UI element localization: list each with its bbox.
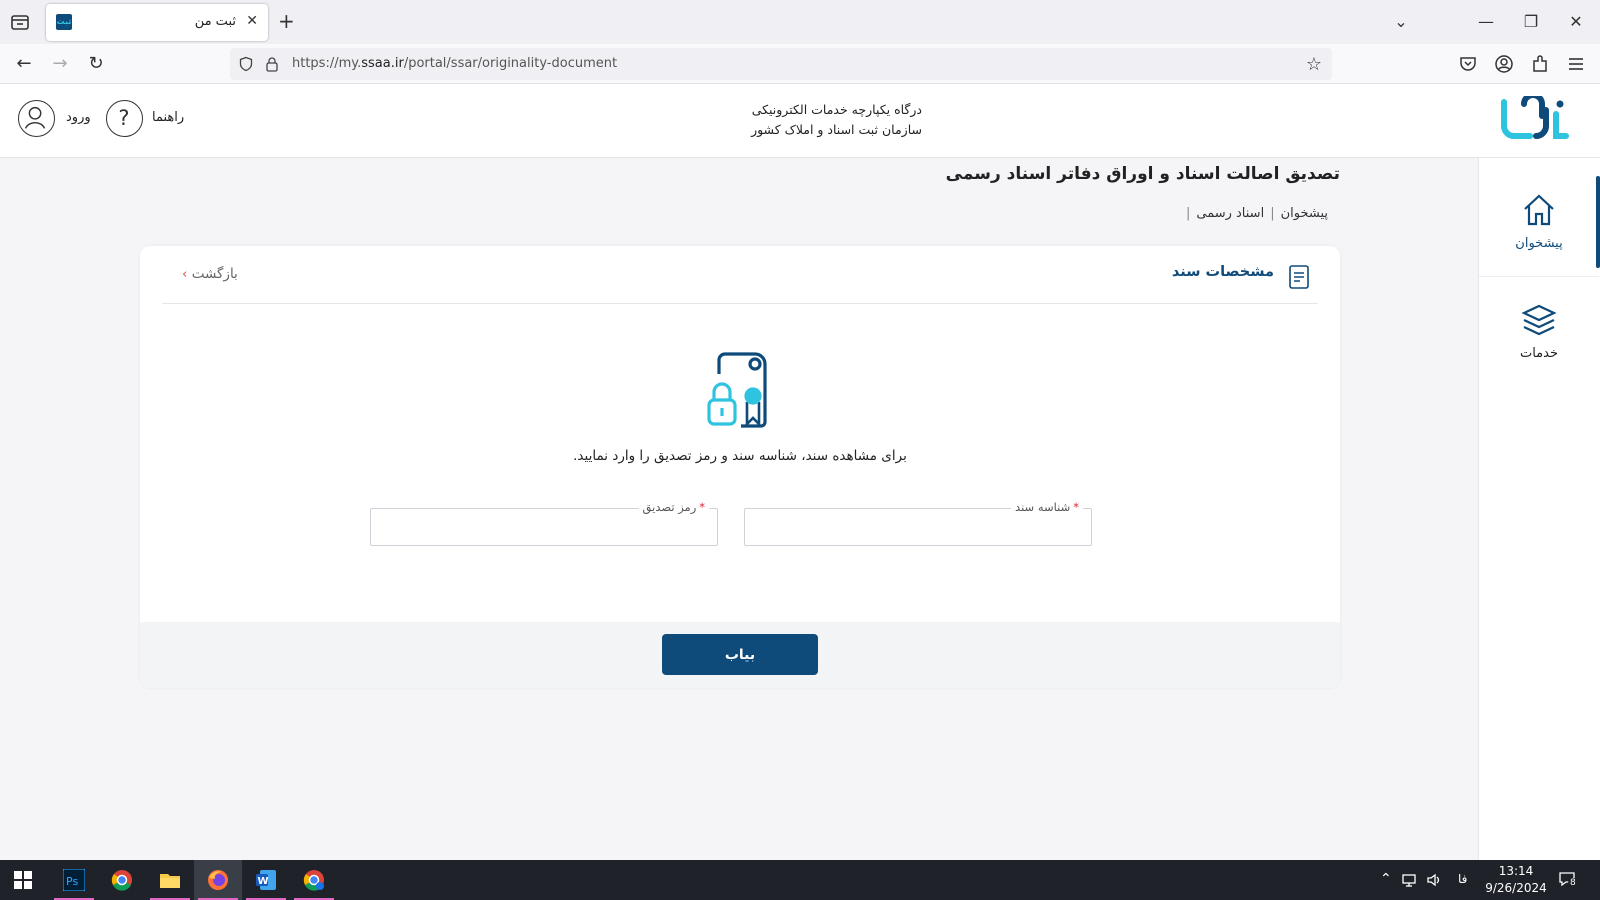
svg-text:Ps: Ps bbox=[66, 875, 78, 888]
doc-id-input[interactable] bbox=[745, 509, 1091, 545]
taskbar-app-firefox[interactable] bbox=[194, 860, 242, 900]
taskbar-app-word[interactable]: W bbox=[242, 860, 290, 900]
chevron-right-icon: › bbox=[182, 266, 192, 282]
header-line-1: درگاه یکپارچه خدمات الکترونیکی bbox=[751, 102, 922, 117]
taskbar-app-photoshop[interactable]: Ps bbox=[50, 860, 98, 900]
forward-arrow-icon[interactable]: → bbox=[48, 52, 72, 76]
tab-list-icon[interactable] bbox=[8, 10, 32, 34]
site-header: درگاه یکپارچه خدمات الکترونیکی سازمان ثب… bbox=[0, 84, 1600, 158]
back-link-label: بازگشت bbox=[191, 266, 238, 282]
layers-icon bbox=[1521, 304, 1557, 336]
taskbar-app-chrome[interactable] bbox=[98, 860, 146, 900]
back-arrow-icon[interactable]: ← bbox=[12, 52, 36, 76]
page-title: تصدیق اصالت اسناد و اوراق دفاتر اسناد رس… bbox=[945, 164, 1340, 184]
chrome-profile-icon bbox=[303, 870, 324, 891]
reload-icon[interactable]: ↻ bbox=[84, 52, 108, 76]
network-icon[interactable] bbox=[1402, 872, 1418, 888]
sidebar-item-label: خدمات bbox=[1519, 346, 1559, 361]
shield-icon[interactable] bbox=[238, 56, 254, 72]
bookmark-star-icon[interactable]: ☆ bbox=[1306, 54, 1322, 75]
home-icon bbox=[1524, 194, 1554, 226]
notification-center-icon[interactable]: 8 bbox=[1558, 870, 1578, 891]
address-bar[interactable]: https://my.ssaa.ir/portal/ssar/originali… bbox=[230, 48, 1332, 80]
word-icon: W bbox=[256, 870, 276, 890]
taskbar-clock[interactable]: 13:14 9/26/2024 bbox=[1484, 863, 1548, 897]
windows-taskbar: Ps W ⌃ فا 13:14 9/26/2024 8 bbox=[0, 860, 1600, 900]
taskbar-app-chrome-profile[interactable] bbox=[290, 860, 338, 900]
back-link[interactable]: بازگشت › bbox=[180, 266, 238, 282]
header-org-text: درگاه یکپارچه خدمات الکترونیکی سازمان ثب… bbox=[700, 100, 922, 140]
verify-code-label: *رمز تصدیق bbox=[638, 500, 709, 514]
extensions-icon[interactable] bbox=[1530, 54, 1550, 74]
url-prefix: https://my. bbox=[292, 56, 362, 71]
breadcrumb-separator: | bbox=[1185, 206, 1191, 221]
tab-title: ثبت من bbox=[194, 14, 236, 29]
sidebar-item-label: پیشخوان bbox=[1515, 236, 1563, 251]
browser-tab[interactable]: ثبت ثبت من ✕ bbox=[46, 4, 268, 41]
doc-id-field[interactable]: *شناسه سند bbox=[744, 500, 1092, 546]
sidebar-divider bbox=[1479, 276, 1599, 277]
doc-id-label-text: شناسه سند bbox=[1015, 500, 1071, 514]
svg-text:W: W bbox=[258, 876, 269, 887]
notification-count: 8 bbox=[1568, 878, 1578, 888]
taskbar-app-explorer[interactable] bbox=[146, 860, 194, 900]
url-domain: ssaa.ir bbox=[361, 56, 404, 71]
close-window-icon[interactable]: ✕ bbox=[1566, 12, 1586, 32]
doc-id-label: *شناسه سند bbox=[1011, 500, 1083, 514]
firefox-icon bbox=[208, 870, 228, 890]
card-footer: بیاب bbox=[140, 622, 1340, 688]
volume-icon[interactable] bbox=[1426, 872, 1442, 888]
sidebar-item-dashboard[interactable]: پیشخوان bbox=[1479, 192, 1599, 251]
clock-date: 9/26/2024 bbox=[1485, 881, 1547, 895]
card-divider bbox=[162, 303, 1318, 304]
instruction-text: برای مشاهده سند، شناسه سند و رمز تصدیق ر… bbox=[573, 448, 907, 464]
login-link[interactable]: ورود bbox=[66, 110, 91, 125]
new-tab-icon[interactable]: + bbox=[278, 9, 295, 33]
browser-nav-bar: ← → ↻ https://my.ssaa.ir/portal/ssar/ori… bbox=[0, 44, 1600, 84]
breadcrumb: پیشخوان | اسناد رسمی | bbox=[1180, 206, 1328, 221]
sabt-man-logo[interactable] bbox=[1500, 96, 1570, 144]
tray-chevron-up-icon[interactable]: ⌃ bbox=[1380, 871, 1392, 887]
verify-code-input[interactable] bbox=[371, 509, 717, 545]
restore-icon[interactable]: ❐ bbox=[1521, 12, 1541, 32]
tab-close-icon[interactable]: ✕ bbox=[246, 13, 258, 29]
input-language[interactable]: فا bbox=[1458, 872, 1467, 886]
account-icon[interactable] bbox=[1494, 54, 1514, 74]
menu-icon[interactable] bbox=[1566, 54, 1586, 74]
locked-document-icon bbox=[707, 352, 767, 428]
breadcrumb-item-dashboard[interactable]: پیشخوان bbox=[1281, 206, 1328, 221]
clock-time: 13:14 bbox=[1498, 864, 1534, 878]
required-asterisk: * bbox=[699, 500, 705, 514]
site-favicon-icon: ثبت bbox=[56, 14, 72, 30]
required-asterisk: * bbox=[1073, 500, 1079, 514]
sidebar-item-services[interactable]: خدمات bbox=[1479, 302, 1599, 361]
right-sidebar: پیشخوان خدمات bbox=[1478, 158, 1600, 860]
tab-overflow-chevron-icon[interactable]: ⌄ bbox=[1391, 12, 1411, 32]
folder-icon bbox=[160, 874, 180, 888]
url-path: /portal/ssar/originality-document bbox=[403, 56, 618, 71]
help-question-icon[interactable]: ? bbox=[106, 100, 143, 137]
pocket-icon[interactable] bbox=[1458, 54, 1478, 74]
document-card: مشخصات سند بازگشت › برای مشاهده سند، شنا… bbox=[140, 246, 1340, 688]
verify-code-label-text: رمز تصدیق bbox=[642, 500, 697, 514]
breadcrumb-item-official-docs[interactable]: اسناد رسمی bbox=[1196, 206, 1264, 221]
user-avatar-icon[interactable] bbox=[18, 100, 55, 137]
browser-tab-bar: ثبت ثبت من ✕ + ⌄ — ❐ ✕ bbox=[0, 0, 1600, 44]
find-button[interactable]: بیاب bbox=[662, 634, 818, 675]
chrome-icon bbox=[111, 870, 132, 891]
verify-code-field[interactable]: *رمز تصدیق bbox=[370, 500, 718, 546]
lock-icon[interactable] bbox=[264, 56, 280, 72]
document-list-icon bbox=[1289, 265, 1309, 289]
windows-start-icon[interactable] bbox=[14, 871, 32, 889]
minimize-icon[interactable]: — bbox=[1476, 12, 1496, 32]
url-text: https://my.ssaa.ir/portal/ssar/originali… bbox=[292, 56, 617, 71]
card-title: مشخصات سند bbox=[1171, 264, 1274, 280]
help-link[interactable]: راهنما bbox=[152, 110, 184, 125]
breadcrumb-separator: | bbox=[1270, 206, 1275, 221]
photoshop-icon: Ps bbox=[63, 869, 85, 891]
header-line-2: سازمان ثبت اسناد و املاک کشور bbox=[751, 122, 922, 137]
